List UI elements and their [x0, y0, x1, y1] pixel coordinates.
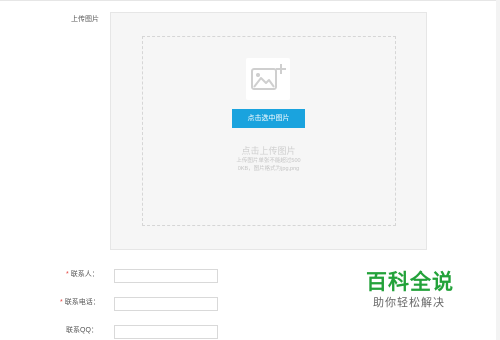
contact-person-label: * 联系人： [66, 271, 99, 278]
contact-phone-label: * 联系电话： [60, 299, 100, 306]
scrollbar-track[interactable] [496, 0, 500, 340]
upload-hint-format: 0KB，图片格式为jpg,png [237, 166, 300, 172]
image-plus-icon[interactable] [246, 58, 290, 100]
choose-image-button[interactable]: 点击选中图片 [232, 109, 305, 128]
required-mark: * [66, 271, 69, 278]
upload-hint-size: 上传图片单张不能超过500 [236, 158, 301, 164]
watermark-title: 百科全说 [366, 270, 454, 294]
top-divider [0, 0, 500, 1]
required-mark: * [60, 299, 63, 306]
upload-label: 上传图片 [71, 16, 99, 23]
contact-phone-input[interactable] [114, 297, 218, 311]
watermark-subtitle: 助你轻松解决 [373, 296, 445, 309]
contact-qq-label: 联系QQ： [66, 327, 98, 334]
contact-qq-input[interactable] [114, 325, 218, 339]
contact-person-input[interactable] [114, 269, 218, 283]
